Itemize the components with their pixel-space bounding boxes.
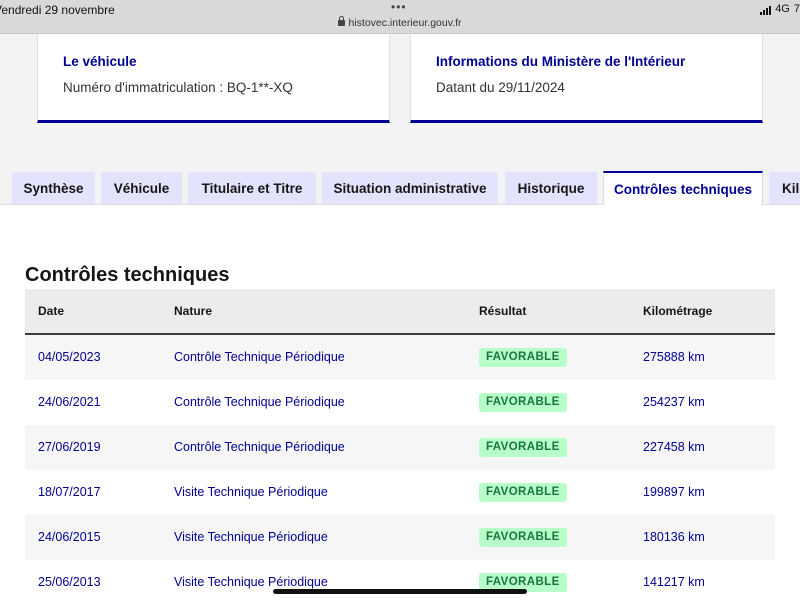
header-date: Date bbox=[38, 304, 65, 318]
home-indicator[interactable] bbox=[273, 589, 527, 594]
row-date: 24/06/2015 bbox=[38, 530, 101, 544]
status-indicators: 4G 7 bbox=[760, 3, 800, 15]
url-text: histovec.interieur.gouv.fr bbox=[348, 17, 462, 29]
table-row: 27/06/2019 Contrôle Technique Périodique… bbox=[25, 425, 775, 470]
tab-historique[interactable]: Historique bbox=[505, 172, 597, 204]
status-date: Vendredi 29 novembre bbox=[0, 3, 115, 17]
table-header: Date Nature Résultat Kilométrage bbox=[25, 289, 775, 335]
row-date: 04/05/2023 bbox=[38, 350, 101, 364]
table-row: 24/06/2021 Contrôle Technique Périodique… bbox=[25, 380, 775, 425]
row-nature: Contrôle Technique Périodique bbox=[174, 395, 345, 409]
row-km: 141217 km bbox=[643, 575, 705, 589]
table-row: 25/06/2013 Visite Technique Périodique F… bbox=[25, 560, 775, 600]
more-dots-icon[interactable]: ••• bbox=[391, 0, 407, 14]
ministry-card: Informations du Ministère de l'Intérieur… bbox=[410, 34, 763, 123]
tab-synthese[interactable]: Synthèse bbox=[12, 172, 95, 204]
result-badge: FAVORABLE bbox=[479, 483, 567, 502]
row-nature: Visite Technique Périodique bbox=[174, 485, 328, 499]
table-row: 18/07/2017 Visite Technique Périodique F… bbox=[25, 470, 775, 515]
tab-situation-administrative[interactable]: Situation administrative bbox=[322, 172, 498, 204]
header-km: Kilométrage bbox=[643, 304, 713, 318]
result-badge: FAVORABLE bbox=[479, 348, 567, 367]
status-bar: Vendredi 29 novembre ••• histovec.interi… bbox=[0, 0, 800, 34]
row-date: 25/06/2013 bbox=[38, 575, 101, 589]
header-result: Résultat bbox=[479, 304, 527, 318]
ministry-card-title: Informations du Ministère de l'Intérieur bbox=[436, 54, 686, 69]
vehicle-card: Le véhicule Numéro d'immatriculation : B… bbox=[37, 34, 390, 123]
row-date: 24/06/2021 bbox=[38, 395, 101, 409]
row-km: 180136 km bbox=[643, 530, 705, 544]
result-badge: FAVORABLE bbox=[479, 528, 567, 547]
tab-controles-techniques[interactable]: Contrôles techniques bbox=[603, 171, 763, 205]
result-badge: FAVORABLE bbox=[479, 393, 567, 412]
header-nature: Nature bbox=[174, 304, 213, 318]
section-title: Contrôles techniques bbox=[25, 264, 230, 286]
tab-vehicule[interactable]: Véhicule bbox=[101, 172, 182, 204]
inspections-table: Date Nature Résultat Kilométrage 04/05/2… bbox=[25, 289, 775, 600]
row-nature: Visite Technique Périodique bbox=[174, 575, 328, 589]
content-panel: Contrôles techniques Date Nature Résulta… bbox=[0, 204, 800, 600]
row-km: 254237 km bbox=[643, 395, 705, 409]
lock-icon bbox=[338, 16, 346, 26]
vehicle-card-title: Le véhicule bbox=[63, 54, 137, 69]
row-nature: Contrôle Technique Périodique bbox=[174, 350, 345, 364]
signal-icon bbox=[760, 6, 772, 15]
table-row: 04/05/2023 Contrôle Technique Périodique… bbox=[25, 335, 775, 380]
row-date: 18/07/2017 bbox=[38, 485, 101, 499]
row-km: 275888 km bbox=[643, 350, 705, 364]
row-km: 227458 km bbox=[643, 440, 705, 454]
row-date: 27/06/2019 bbox=[38, 440, 101, 454]
ministry-date: Datant du 29/11/2024 bbox=[436, 80, 565, 95]
row-nature: Contrôle Technique Périodique bbox=[174, 440, 345, 454]
battery-label: 7 bbox=[793, 3, 800, 15]
row-nature: Visite Technique Périodique bbox=[174, 530, 328, 544]
tab-kilometrage[interactable]: Kilo bbox=[769, 172, 800, 204]
result-badge: FAVORABLE bbox=[479, 438, 567, 457]
row-km: 199897 km bbox=[643, 485, 705, 499]
tab-titulaire[interactable]: Titulaire et Titre bbox=[188, 172, 316, 204]
table-row: 24/06/2015 Visite Technique Périodique F… bbox=[25, 515, 775, 560]
address-bar[interactable]: histovec.interieur.gouv.fr bbox=[0, 16, 800, 29]
network-label: 4G bbox=[775, 3, 790, 15]
registration-number: Numéro d'immatriculation : BQ-1**-XQ bbox=[63, 80, 293, 95]
